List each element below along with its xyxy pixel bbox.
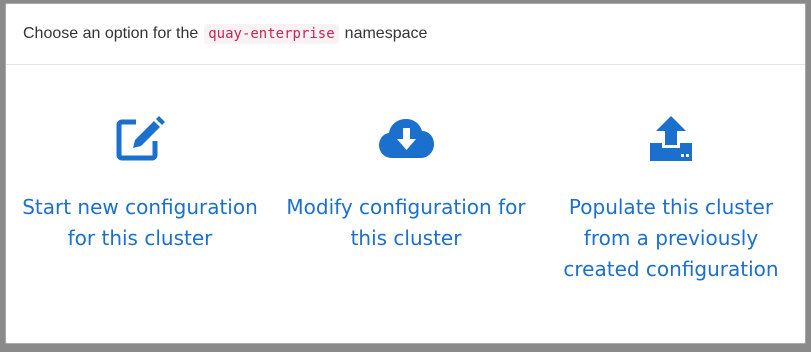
dialog-header: Choose an option for the quay-enterprise… (6, 4, 805, 65)
config-option-dialog: Choose an option for the quay-enterprise… (5, 3, 806, 344)
upload-icon (650, 116, 692, 161)
header-suffix: namespace (344, 25, 428, 42)
populate-from-config-label: Populate this cluster from a previously … (563, 195, 779, 281)
edit-icon (116, 116, 165, 161)
start-new-config-label: Start new configuration for this cluster (22, 195, 258, 250)
start-new-config-option[interactable]: Start new configuration for this cluster (15, 66, 265, 296)
populate-from-config-option[interactable]: Populate this cluster from a previously … (546, 66, 796, 296)
cloud-download-icon (379, 119, 434, 158)
header-prefix: Choose an option for the (23, 25, 199, 42)
modify-config-label: Modify configuration for this cluster (286, 195, 526, 250)
options-container: Start new configuration for this cluster… (6, 66, 805, 343)
namespace-code: quay-enterprise (204, 24, 339, 44)
modify-config-option[interactable]: Modify configuration for this cluster (281, 66, 531, 296)
